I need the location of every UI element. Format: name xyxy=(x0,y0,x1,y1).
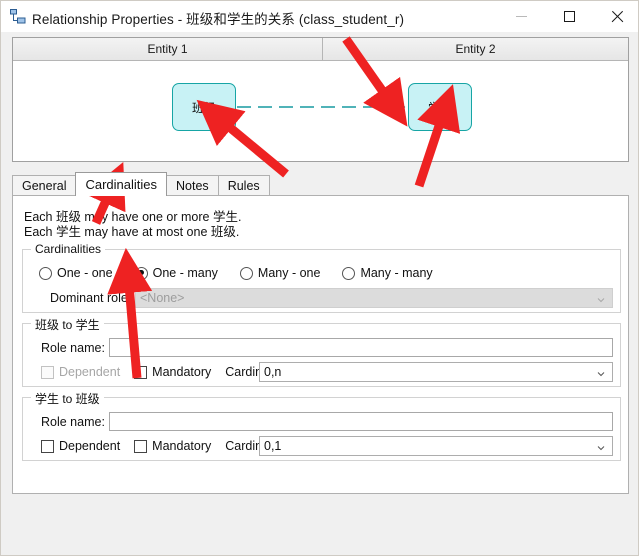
radio-one-one-label: One - one xyxy=(57,266,113,280)
role-a-cardinality-combobox[interactable]: 0,n xyxy=(259,362,613,382)
preview-header-row: Entity 1 Entity 2 xyxy=(13,38,628,61)
radio-many-many-indicator xyxy=(342,266,356,280)
relationship-icon xyxy=(10,9,26,24)
role-b-mandatory-label: Mandatory xyxy=(152,439,212,453)
chevron-down-icon xyxy=(597,298,605,303)
radio-many-one-label: Many - one xyxy=(257,266,321,280)
minimize-button[interactable] xyxy=(499,1,544,31)
dominant-role-combobox[interactable]: <None> xyxy=(135,288,613,308)
role-group-a-legend: 班级 to 学生 xyxy=(31,316,104,333)
chevron-down-icon xyxy=(597,446,605,451)
cardinalities-tab-page: Each 班级 may have one or more 学生. Each 学生… xyxy=(12,195,629,494)
role-a-cardinality-value: 0,n xyxy=(264,365,282,379)
role-b-name-input[interactable] xyxy=(109,412,613,431)
role-b-options-row: Dependent Mandatory Cardinality: xyxy=(41,439,294,453)
title-bar: Relationship Properties - 班级和学生的关系 (clas… xyxy=(1,1,638,32)
entity-box-student[interactable]: 学生 xyxy=(408,83,472,131)
entity2-header: Entity 2 xyxy=(323,38,628,61)
diagram-canvas: 班级 学生 xyxy=(13,61,628,161)
checkbox-indicator xyxy=(41,365,54,379)
description-line-2: Each 学生 may have at most one 班级. xyxy=(24,225,240,239)
role-group-student-to-class: 学生 to 班级 Role name: Dependent Mandatory … xyxy=(22,390,621,461)
minimize-icon xyxy=(516,15,527,17)
entity-preview-panel: Entity 1 Entity 2 班级 学生 xyxy=(12,37,629,162)
role-a-name-label: Role name: xyxy=(41,341,105,355)
chevron-down-icon xyxy=(597,372,605,377)
checkbox-indicator xyxy=(41,439,54,453)
close-button[interactable] xyxy=(595,1,638,31)
role-a-mandatory-label: Mandatory xyxy=(152,365,212,379)
tab-notes[interactable]: Notes xyxy=(166,175,219,196)
cardinalities-group-legend: Cardinalities xyxy=(31,242,106,256)
radio-one-many-label: One - many xyxy=(152,266,218,280)
dominant-role-label: Dominant role: xyxy=(50,291,132,305)
tab-strip: General Cardinalities Notes Rules xyxy=(12,172,629,196)
role-b-cardinality-combobox[interactable]: 0,1 xyxy=(259,436,613,456)
radio-one-many[interactable]: One - many xyxy=(134,266,218,280)
radio-one-one[interactable]: One - one xyxy=(39,266,113,280)
role-b-cardinality-value: 0,1 xyxy=(264,439,282,453)
radio-many-one[interactable]: Many - one xyxy=(239,266,321,280)
radio-many-many-label: Many - many xyxy=(360,266,433,280)
radio-one-one-indicator xyxy=(39,266,52,280)
role-b-mandatory-checkbox[interactable]: Mandatory xyxy=(134,439,211,453)
role-b-name-label: Role name: xyxy=(41,415,105,429)
maximize-icon xyxy=(564,10,575,22)
window-title: Relationship Properties - 班级和学生的关系 (clas… xyxy=(32,12,405,27)
entity1-label: 班级 xyxy=(191,100,216,115)
checkbox-indicator xyxy=(134,365,148,379)
relationship-properties-dialog: Relationship Properties - 班级和学生的关系 (clas… xyxy=(0,0,639,556)
checkbox-indicator xyxy=(134,439,148,453)
tab-rules[interactable]: Rules xyxy=(217,175,270,196)
role-a-dependent-checkbox[interactable]: Dependent xyxy=(41,365,120,379)
role-b-dependent-checkbox[interactable]: Dependent xyxy=(41,439,120,453)
role-a-options-row: Dependent Mandatory Cardinality: xyxy=(41,365,294,379)
role-group-class-to-student: 班级 to 学生 Role name: Dependent Mandatory … xyxy=(22,316,621,387)
tab-cardinalities[interactable]: Cardinalities xyxy=(75,172,168,196)
role-a-dependent-label: Dependent xyxy=(59,365,121,379)
role-b-dependent-label: Dependent xyxy=(59,439,121,453)
entity1-header: Entity 1 xyxy=(13,38,323,61)
radio-many-many[interactable]: Many - many xyxy=(342,266,433,280)
maximize-button[interactable] xyxy=(547,1,592,31)
role-a-name-input[interactable] xyxy=(109,338,613,357)
role-a-mandatory-checkbox[interactable]: Mandatory xyxy=(134,365,211,379)
entity2-label: 学生 xyxy=(427,100,452,115)
cardinalities-group: Cardinalities One - one One - many Many … xyxy=(22,242,621,313)
entity-box-class[interactable]: 班级 xyxy=(172,83,236,131)
dominant-role-value: <None> xyxy=(140,291,185,305)
radio-many-one-indicator xyxy=(239,266,253,280)
footer-bar: More >> 确定 取消 应用(A) 帮助 xyxy=(1,504,638,555)
tab-general[interactable]: General xyxy=(12,175,77,196)
relationship-connector xyxy=(237,99,406,115)
role-group-b-legend: 学生 to 班级 xyxy=(31,390,104,407)
cardinality-radio-group: One - one One - many Many - one Many - m… xyxy=(39,266,455,280)
radio-one-many-indicator xyxy=(134,266,148,280)
close-icon xyxy=(611,10,624,23)
